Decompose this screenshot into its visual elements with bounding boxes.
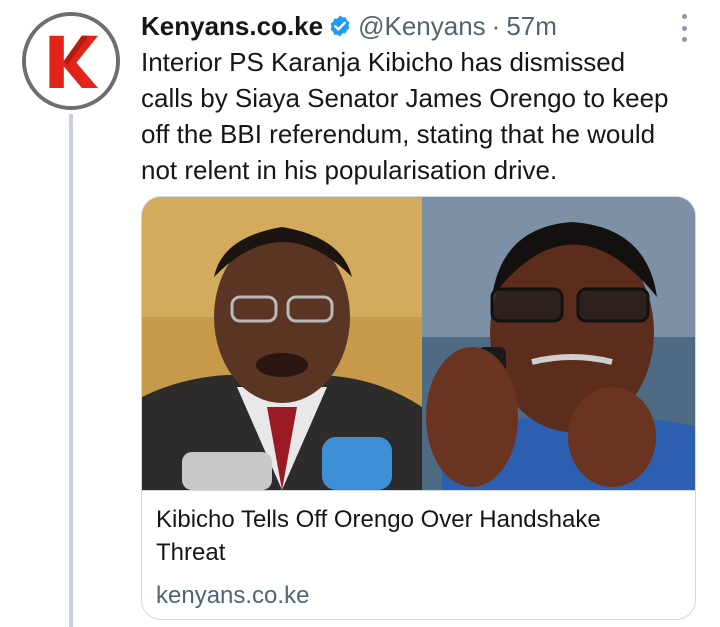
tweet-text-line: calls by Siaya Senator James Orengo to k… <box>141 83 669 113</box>
tweet-header: Kenyans.co.ke @Kenyans · 57m <box>141 8 557 44</box>
avatar[interactable] <box>22 12 120 110</box>
kenyans-logo-icon <box>26 16 116 106</box>
verified-badge-icon <box>328 14 352 38</box>
card-domain[interactable]: kenyans.co.ke <box>156 579 309 612</box>
card-image[interactable] <box>142 197 695 490</box>
card-title[interactable]: Kibicho Tells Off Orengo Over Handshake … <box>156 503 676 569</box>
tweet-text-line: not relent in his popularisation drive. <box>141 155 558 185</box>
tweet-text-line: Interior PS Karanja Kibicho has dismisse… <box>141 47 626 77</box>
link-card[interactable]: Kibicho Tells Off Orengo Over Handshake … <box>141 196 696 620</box>
card-divider <box>142 490 695 491</box>
tweet[interactable]: Kenyans.co.ke @Kenyans · 57m Interior PS… <box>0 0 720 627</box>
more-options-icon[interactable] <box>677 14 691 42</box>
thread-line <box>69 114 73 627</box>
card-title-line: Kibicho Tells Off Orengo Over Handshake <box>156 506 601 533</box>
display-name[interactable]: Kenyans.co.ke <box>141 11 323 42</box>
avatar-column <box>0 0 140 627</box>
handle[interactable]: @Kenyans <box>358 11 486 42</box>
tweet-text-line: off the BBI referendum, stating that he … <box>141 119 656 149</box>
news-photo-icon <box>142 197 695 490</box>
timestamp[interactable]: 57m <box>506 11 557 42</box>
tweet-text: Interior PS Karanja Kibicho has dismisse… <box>141 44 701 188</box>
card-title-line: Threat <box>156 539 226 566</box>
separator-dot: · <box>491 10 501 41</box>
